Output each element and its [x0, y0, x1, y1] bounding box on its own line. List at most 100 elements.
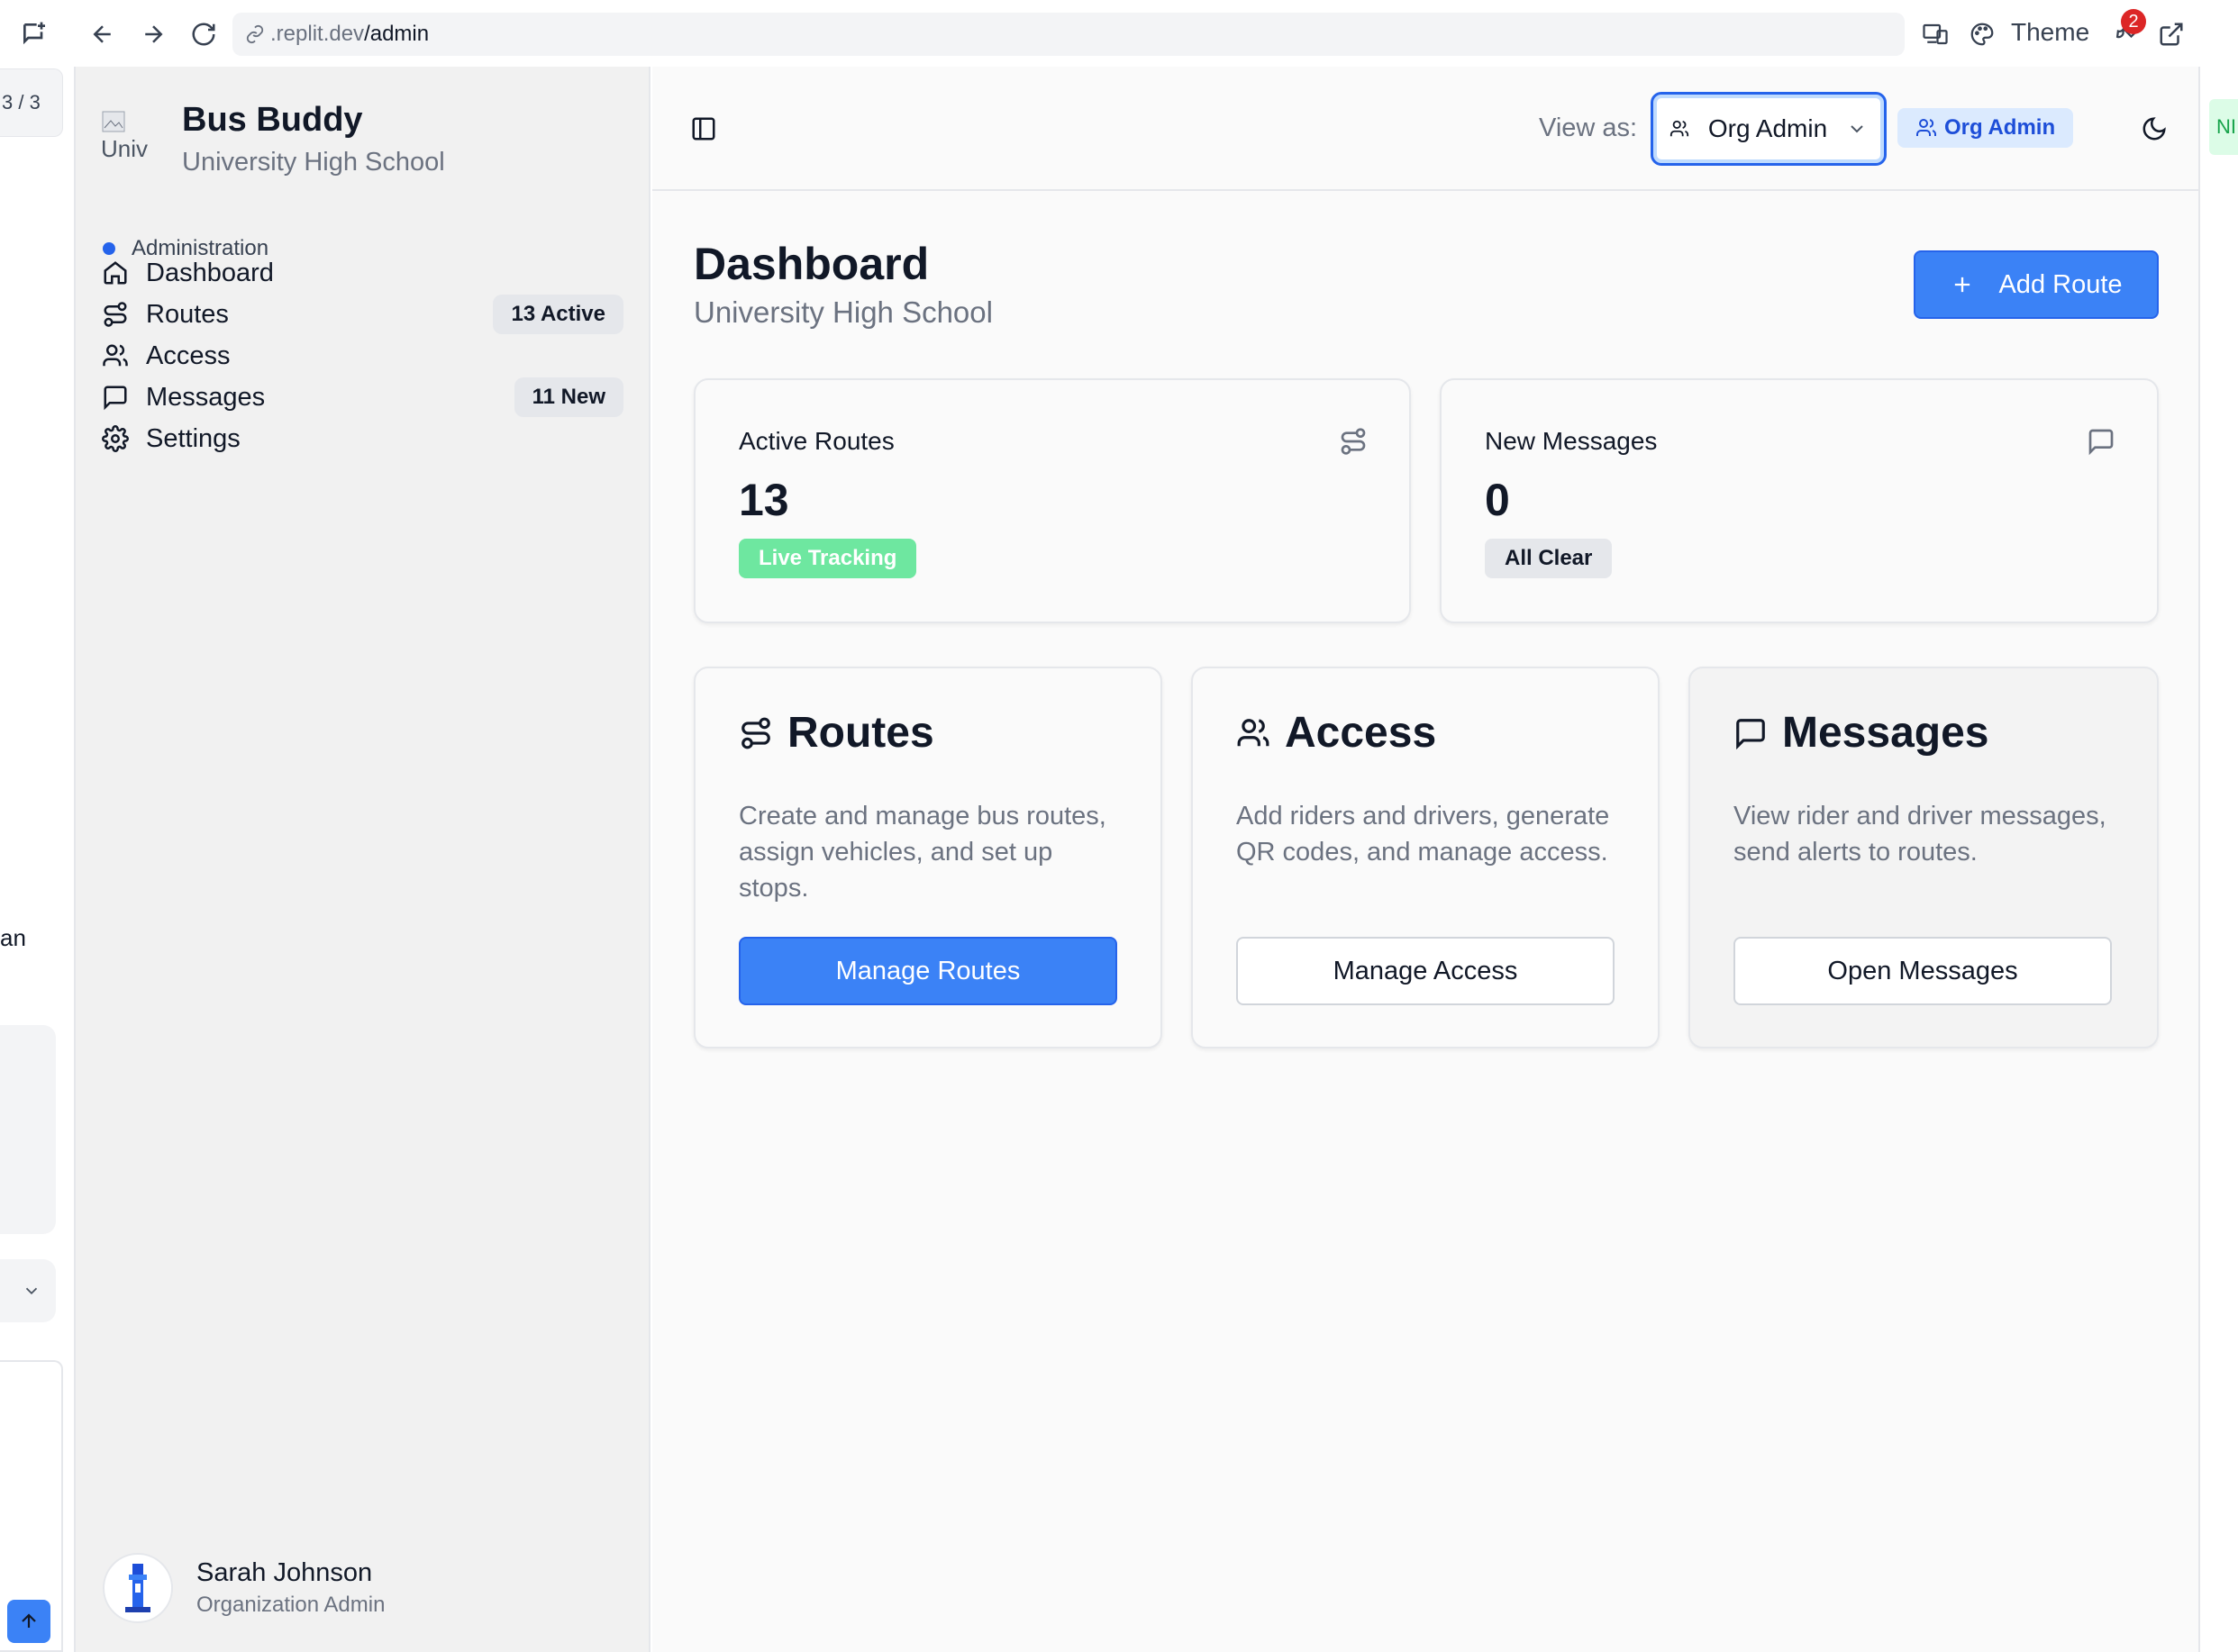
main-content: Dashboard University High School Add Rou… [652, 191, 2198, 1652]
open-external-button[interactable] [2153, 16, 2189, 52]
url-domain: .replit.dev [270, 22, 365, 46]
message-icon [1733, 716, 1768, 750]
view-as-value: Org Admin [1707, 114, 1828, 142]
feature-card-title: Routes [739, 708, 934, 758]
arrow-left-icon [89, 21, 116, 48]
chevron-down-icon [1846, 118, 1868, 140]
feedback-button[interactable] [16, 16, 52, 52]
right-pane [2200, 0, 2238, 1652]
route-icon [1339, 427, 1368, 456]
view-as-label: View as: [1539, 113, 1638, 142]
sidebar: Univ Bus Buddy University High School Ad… [76, 67, 650, 1652]
add-route-button[interactable]: Add Route [1914, 250, 2159, 319]
link-icon [245, 24, 265, 44]
sidebar-item-label: Routes [146, 299, 229, 329]
sidebar-item-label: Access [146, 340, 231, 370]
role-badge-label: Org Admin [1944, 115, 2056, 140]
external-link-icon [2158, 21, 2185, 48]
school-name: University High School [182, 148, 445, 177]
stat-value: 13 [739, 475, 789, 525]
forward-button[interactable] [135, 16, 171, 52]
stat-label: New Messages [1485, 427, 1658, 455]
message-icon [2087, 427, 2115, 456]
users-icon [1669, 119, 1689, 139]
panel-left-icon [690, 115, 717, 142]
sidebar-item-label: Messages [146, 382, 266, 412]
home-icon [101, 259, 130, 287]
stat-label: Active Routes [739, 427, 895, 455]
feature-description: View rider and driver messages, send ale… [1733, 802, 2106, 867]
back-button[interactable] [85, 16, 121, 52]
feature-description: Add riders and drivers, generate QR code… [1236, 802, 1610, 867]
stat-card-active-routes: Active Routes 13 Live Tracking [694, 378, 1411, 623]
feature-description: Create and manage bus routes, assign veh… [739, 802, 1106, 903]
devices-button[interactable] [1917, 16, 1953, 52]
reload-icon [190, 21, 217, 48]
feature-title-text: Routes [787, 709, 934, 757]
palette-icon [1969, 21, 1996, 48]
feature-title-text: Access [1285, 709, 1437, 757]
feature-card-title: Messages [1733, 708, 1988, 758]
broken-image-icon [102, 111, 125, 132]
routes-count-badge: 13 Active [493, 295, 623, 334]
notification-badge: 2 [2121, 9, 2146, 34]
view-as-select[interactable]: Org Admin [1651, 92, 1887, 166]
user-name: Sarah Johnson [196, 1558, 373, 1587]
theme-label[interactable]: Theme [2011, 18, 2089, 47]
live-tracking-badge: Live Tracking [739, 539, 917, 578]
devices-icon [1922, 21, 1949, 48]
feature-title-text: Messages [1782, 709, 1989, 757]
school-logo: Univ [101, 110, 159, 168]
school-tower-icon [118, 1560, 158, 1616]
theme-button[interactable] [1964, 16, 2000, 52]
stat-card-new-messages: New Messages 0 All Clear [1440, 378, 2159, 623]
role-badge: Org Admin [1897, 108, 2074, 148]
stat-value: 0 [1485, 475, 1510, 525]
page-title: Dashboard [694, 239, 930, 289]
feature-card-messages: Messages View rider and driver messages,… [1688, 667, 2159, 1048]
manage-routes-button[interactable]: Manage Routes [739, 937, 1117, 1005]
plus-icon [1950, 272, 1975, 297]
scroll-up-button[interactable] [7, 1600, 50, 1643]
feature-card-access: Access Add riders and drivers, generate … [1191, 667, 1660, 1048]
message-icon [101, 383, 130, 412]
message-plus-icon [20, 20, 49, 49]
left-pane-panel [0, 1025, 56, 1234]
open-messages-button[interactable]: Open Messages [1733, 937, 2112, 1005]
feature-card-title: Access [1236, 708, 1436, 758]
sidebar-item-label: Settings [146, 423, 241, 453]
users-icon [1236, 716, 1270, 750]
logo-alt-text: Univ [101, 135, 149, 162]
browser-toolbar: .replit.dev/admin Theme 2 [0, 0, 2238, 68]
user-role: Organization Admin [196, 1593, 386, 1617]
all-clear-badge: All Clear [1485, 539, 1613, 578]
arrow-up-icon [18, 1611, 40, 1632]
route-icon [739, 716, 773, 750]
right-pane-text-fragment: NI [2209, 99, 2238, 155]
reload-button[interactable] [186, 16, 222, 52]
left-pane-dropdown[interactable] [0, 1259, 56, 1322]
feature-card-routes: Routes Create and manage bus routes, ass… [694, 667, 1162, 1048]
chevron-down-icon [22, 1281, 41, 1301]
sidebar-item-settings[interactable]: Settings [101, 413, 623, 465]
add-route-label: Add Route [1998, 269, 2123, 299]
messages-count-badge: 11 New [514, 377, 623, 417]
users-icon [101, 341, 130, 370]
page-counter: 3 / 3 [0, 68, 63, 137]
address-bar[interactable]: .replit.dev/admin [232, 13, 1905, 56]
moon-icon [2141, 115, 2168, 142]
gear-icon [101, 424, 130, 453]
arrow-right-icon [140, 21, 167, 48]
url-path: /admin [364, 22, 430, 46]
route-icon [101, 300, 130, 329]
page-subtitle: University High School [694, 295, 993, 329]
left-pane-text-fragment: an [0, 924, 26, 951]
users-icon [1915, 117, 1937, 139]
app-name: Bus Buddy [182, 101, 363, 139]
dark-mode-toggle[interactable] [2137, 112, 2171, 146]
manage-access-button[interactable]: Manage Access [1236, 937, 1615, 1005]
sidebar-toggle-button[interactable] [687, 112, 721, 146]
avatar[interactable] [103, 1553, 173, 1623]
top-header: View as: Org Admin Org Admin [652, 67, 2198, 191]
sidebar-item-label: Dashboard [146, 258, 274, 287]
